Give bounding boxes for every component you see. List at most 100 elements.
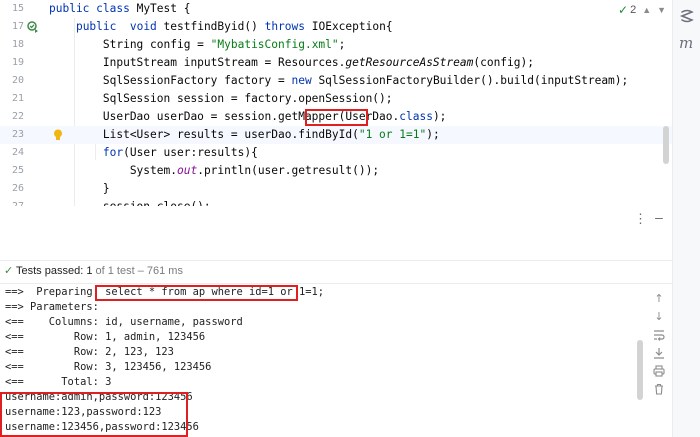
line-number: 18 bbox=[11, 39, 24, 50]
line-number: 25 bbox=[11, 165, 24, 176]
code-token: ); bbox=[432, 110, 447, 123]
code-text: UserDao userDao = session.getMapper(User… bbox=[49, 108, 447, 126]
delete-icon[interactable] bbox=[652, 382, 666, 396]
code-token: getResourceAsStream bbox=[345, 56, 474, 69]
chevron-down-icon[interactable]: ▼ bbox=[657, 5, 666, 15]
ai-assistant-icon[interactable] bbox=[679, 8, 695, 24]
console-line: ==> Parameters: bbox=[0, 300, 646, 315]
line-number: 24 bbox=[11, 147, 24, 158]
editor-scrollbar[interactable] bbox=[663, 126, 669, 164]
line-number: 20 bbox=[11, 75, 24, 86]
test-status-text: Tests passed: 1 of 1 test – 761 ms bbox=[16, 265, 183, 277]
code-line: 19 InputStream inputStream = Resources.g… bbox=[0, 54, 672, 72]
code-token: class bbox=[96, 2, 137, 15]
chevron-up-icon[interactable]: ▲ bbox=[642, 5, 651, 15]
code-token: ; bbox=[338, 38, 346, 51]
console-line-text: username:123,password:123 bbox=[5, 406, 162, 418]
inspection-widget[interactable]: ✓ 2 ▲ ▼ bbox=[618, 3, 666, 17]
check-icon: ✓ bbox=[618, 3, 629, 17]
line-number: 21 bbox=[11, 93, 24, 104]
code-token: public bbox=[75, 20, 130, 33]
code-line: 17 public void testfindByid() throws IOE… bbox=[0, 18, 672, 36]
code-token: SqlSession session = factory.openSession… bbox=[49, 92, 393, 105]
code-editor[interactable]: 15 public class MyTest {17 public void te… bbox=[0, 0, 672, 206]
inspection-count: 2 bbox=[630, 4, 637, 16]
line-number: 17 bbox=[11, 21, 24, 32]
code-token: .println(user.getresult()); bbox=[197, 164, 380, 177]
check-icon: ✓ bbox=[4, 264, 14, 277]
code-line: 21 SqlSession session = factory.openSess… bbox=[0, 90, 672, 108]
console-line: <== Row: 1, admin, 123456 bbox=[0, 330, 646, 345]
console-line-text: ==> Parameters: bbox=[5, 301, 106, 313]
console-line-text: username:123456,password:123456 bbox=[5, 421, 199, 433]
maven-icon[interactable]: m bbox=[679, 34, 693, 52]
console-line: <== Row: 3, 123456, 123456 bbox=[0, 360, 646, 375]
code-token: new bbox=[291, 74, 319, 87]
console-line-text: <== Row: 1, admin, 123456 bbox=[5, 331, 206, 343]
code-text: for(User user:results){ bbox=[49, 144, 258, 162]
code-token: String config = bbox=[49, 38, 211, 51]
console-output[interactable]: ==> Preparing: select * from ap where id… bbox=[0, 284, 646, 437]
print-icon[interactable] bbox=[652, 364, 666, 378]
more-options-icon[interactable]: ⋮ bbox=[634, 212, 647, 227]
scroll-up-icon[interactable]: ↑ bbox=[652, 292, 666, 306]
code-line: 20 SqlSessionFactory factory = new SqlSe… bbox=[0, 72, 672, 90]
scroll-to-end-icon[interactable] bbox=[652, 346, 666, 360]
code-text: InputStream inputStream = Resources.getR… bbox=[49, 54, 534, 72]
test-results-header: ✓ Tests passed: 1 of 1 test – 761 ms bbox=[0, 260, 672, 284]
run-test-gutter-icon[interactable] bbox=[27, 20, 39, 34]
line-number: 27 bbox=[0, 198, 24, 206]
right-tool-strip: m bbox=[672, 0, 700, 437]
console-line: username:123456,password:123456 bbox=[0, 420, 646, 435]
code-text: System.out.println(user.getresult()); bbox=[49, 162, 379, 180]
console-line-text: <== Columns: id, username, password bbox=[5, 316, 243, 328]
code-token: } bbox=[49, 182, 110, 195]
code-token: SqlSessionFactory factory = bbox=[49, 74, 292, 87]
console-line-text: <== Total: 3 bbox=[5, 376, 112, 388]
code-token: "MybatisConfig.xml" bbox=[210, 38, 339, 51]
console-scrollbar[interactable] bbox=[637, 340, 643, 400]
console-line: username:123,password:123 bbox=[0, 405, 646, 420]
soft-wrap-icon[interactable] bbox=[652, 328, 666, 342]
code-text: String config = "MybatisConfig.xml"; bbox=[49, 36, 346, 54]
console-line-text: <== Row: 3, 123456, 123456 bbox=[5, 361, 212, 373]
console-line: <== Columns: id, username, password bbox=[0, 315, 646, 330]
console-toolbar: ↑ ↓ bbox=[646, 284, 672, 437]
code-line: 24 for(User user:results){ bbox=[0, 144, 672, 162]
code-text: } bbox=[49, 180, 110, 198]
code-line: 18 String config = "MybatisConfig.xml"; bbox=[0, 36, 672, 54]
code-token: UserDao userDao = session.getMapper(User… bbox=[49, 110, 400, 123]
line-number: 19 bbox=[11, 57, 24, 68]
console-line-text: username:admin,password:123456 bbox=[5, 391, 193, 403]
line-number: 15 bbox=[11, 3, 24, 14]
minimize-icon[interactable]: — bbox=[655, 211, 663, 226]
code-token: (config); bbox=[473, 56, 534, 69]
code-token: ); bbox=[426, 128, 440, 141]
console-line: <== Row: 2, 123, 123 bbox=[0, 345, 646, 360]
line-number: 23 bbox=[11, 129, 24, 140]
console-line: username:admin,password:123456 bbox=[0, 390, 646, 405]
code-token: "1 or 1=1" bbox=[358, 128, 427, 141]
code-text: session.close(); bbox=[49, 198, 211, 206]
code-token: void bbox=[129, 20, 164, 33]
line-number: 22 bbox=[11, 111, 24, 122]
code-text: List<User> results = userDao.findById("1… bbox=[49, 126, 440, 144]
code-line: 26 } bbox=[0, 180, 672, 198]
console-line-text: ==> Preparing: select * from ap where id… bbox=[5, 286, 325, 298]
console-line: <== Total: 3 bbox=[0, 375, 646, 390]
code-token: testfindByid() bbox=[163, 20, 265, 33]
code-text: SqlSession session = factory.openSession… bbox=[49, 90, 393, 108]
code-token: (User user:results){ bbox=[123, 146, 258, 159]
code-token: public bbox=[49, 2, 97, 15]
code-line: 23 List<User> results = userDao.findById… bbox=[0, 126, 672, 144]
code-token: SqlSessionFactoryBuilder().build(inputSt… bbox=[318, 74, 629, 87]
scroll-down-icon[interactable]: ↓ bbox=[652, 310, 666, 324]
code-line: 22 UserDao userDao = session.getMapper(U… bbox=[0, 108, 672, 126]
code-token: InputStream inputStream = Resources. bbox=[49, 56, 346, 69]
code-token: List<User> results = userDao.findById( bbox=[49, 128, 359, 141]
code-token: throws bbox=[264, 20, 312, 33]
code-line: 27 session.close(); bbox=[0, 198, 672, 206]
code-token: class bbox=[399, 110, 433, 123]
code-token: for bbox=[102, 146, 124, 159]
